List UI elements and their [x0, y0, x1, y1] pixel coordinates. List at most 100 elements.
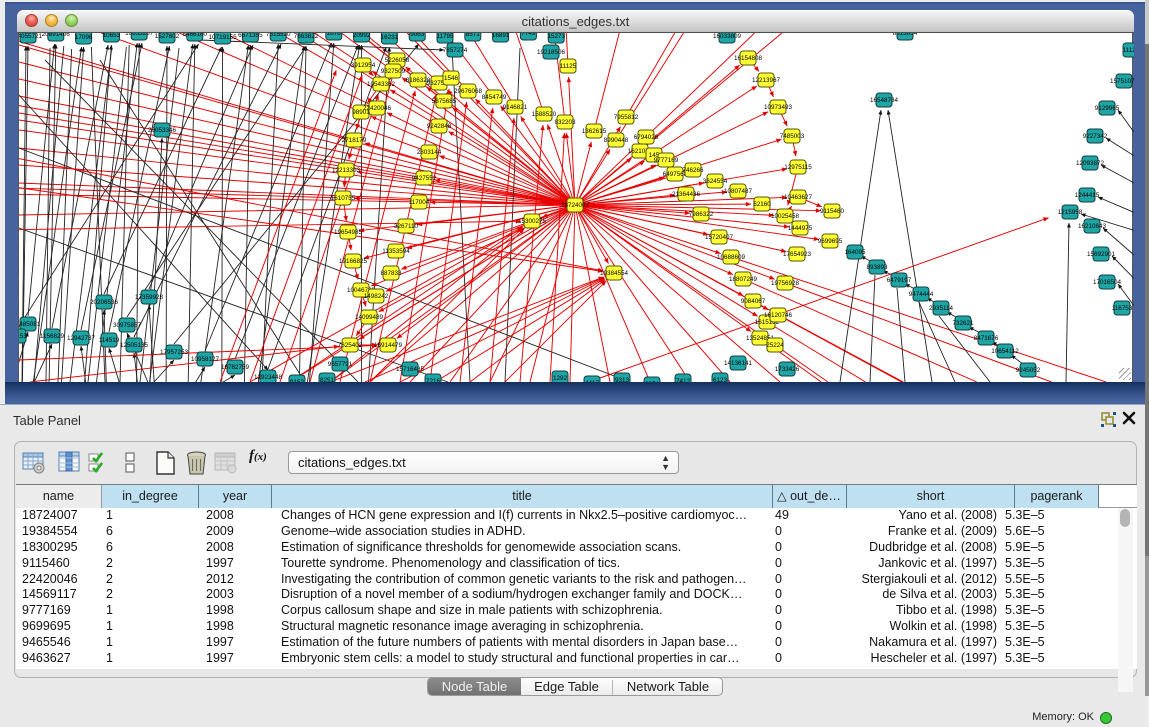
svg-text:1527602: 1527602	[155, 33, 180, 40]
svg-text:1244415: 1244415	[1075, 192, 1100, 199]
svg-text:1733426: 1733426	[775, 366, 800, 373]
svg-text:1878: 1878	[327, 33, 342, 37]
svg-text:14099489: 14099489	[355, 314, 384, 321]
svg-text:1444975: 1444975	[788, 225, 813, 232]
svg-text:5875685: 5875685	[432, 98, 457, 105]
svg-text:3624554: 3624554	[703, 178, 728, 185]
svg-text:6479197: 6479197	[887, 277, 912, 284]
svg-text:114519: 114519	[99, 337, 120, 344]
svg-text:5226058: 5226058	[385, 57, 410, 64]
svg-text:1498242: 1498242	[364, 293, 389, 300]
svg-text:7625402: 7625402	[338, 342, 363, 349]
svg-text:9327509: 9327509	[381, 68, 406, 75]
svg-text:10807487: 10807487	[724, 188, 753, 195]
svg-text:15716485: 15716485	[396, 366, 425, 373]
svg-text:8251: 8251	[320, 377, 335, 382]
svg-text:25224: 25224	[766, 342, 784, 349]
svg-text:1292: 1292	[553, 375, 568, 382]
svg-text:10654112: 10654112	[991, 348, 1019, 355]
svg-text:7515520: 7515520	[266, 33, 291, 38]
svg-text:16154808: 16154808	[734, 55, 763, 62]
svg-text:8813054: 8813054	[893, 33, 918, 37]
svg-text:12213303: 12213303	[332, 167, 361, 174]
svg-text:732621: 732621	[952, 320, 974, 327]
svg-text:11125: 11125	[560, 63, 577, 70]
svg-text:9115460: 9115460	[820, 208, 845, 215]
svg-text:1156829: 1156829	[40, 333, 65, 340]
svg-text:10653267: 10653267	[125, 33, 154, 37]
svg-text:19654985: 19654985	[334, 229, 363, 236]
svg-text:10688609: 10688609	[717, 254, 746, 261]
svg-text:9245052: 9245052	[1016, 367, 1041, 374]
svg-text:7216: 7216	[426, 378, 441, 382]
svg-text:746266: 746266	[682, 167, 704, 174]
svg-text:7412: 7412	[676, 378, 691, 382]
svg-text:19384554: 19384554	[600, 270, 629, 277]
svg-text:6123: 6123	[713, 377, 728, 382]
svg-text:17654923: 17654923	[783, 251, 812, 258]
svg-text:8571: 8571	[466, 33, 481, 38]
svg-text:18724007: 18724007	[561, 202, 590, 209]
svg-text:19756928: 19756928	[771, 280, 800, 287]
svg-text:11125: 11125	[1123, 47, 1134, 54]
svg-text:10653: 10653	[103, 33, 121, 39]
svg-text:10543362: 10543362	[367, 81, 396, 88]
svg-text:17957253: 17957253	[160, 349, 189, 356]
svg-text:9227342: 9227342	[1083, 133, 1108, 140]
svg-text:10973493: 10973493	[764, 104, 793, 111]
svg-text:832203: 832203	[554, 119, 576, 126]
svg-text:3912954: 3912954	[351, 62, 376, 69]
svg-text:16033809: 16033809	[713, 33, 742, 40]
svg-text:39153: 39153	[19, 333, 27, 340]
svg-text:20053346: 20053346	[148, 127, 177, 134]
svg-text:30975857: 30975857	[113, 322, 142, 329]
svg-text:20992: 20992	[353, 33, 371, 39]
svg-text:16914479: 16914479	[374, 342, 403, 349]
svg-text:20206536: 20206536	[90, 299, 119, 306]
svg-text:16231: 16231	[381, 34, 399, 41]
svg-text:15751074: 15751074	[1110, 78, 1134, 85]
svg-text:19218506: 19218506	[537, 49, 566, 56]
svg-text:6466160: 6466160	[183, 33, 208, 38]
svg-text:10958127: 10958127	[191, 356, 220, 363]
svg-text:4417: 4417	[585, 380, 600, 382]
svg-text:117004: 117004	[409, 199, 430, 206]
svg-text:12505135: 12505135	[120, 342, 149, 349]
svg-text:12213967: 12213967	[752, 77, 781, 84]
svg-text:10463627: 10463627	[784, 194, 813, 201]
svg-text:9657791: 9657791	[328, 361, 353, 368]
svg-text:22420046: 22420046	[363, 105, 392, 112]
svg-text:7749: 7749	[521, 33, 536, 37]
svg-text:17016504: 17016504	[1093, 279, 1122, 286]
svg-text:7663822: 7663822	[294, 33, 319, 40]
svg-text:1546: 1546	[444, 75, 459, 82]
svg-text:7986322: 7986322	[689, 211, 714, 218]
svg-text:893893: 893893	[866, 264, 888, 271]
svg-text:7955812: 7955812	[614, 114, 639, 121]
svg-text:9777169: 9777169	[654, 157, 679, 164]
svg-text:3267110: 3267110	[394, 223, 419, 230]
svg-text:164095: 164095	[844, 249, 866, 256]
svg-text:887833: 887833	[380, 270, 402, 277]
svg-text:16120746: 16120746	[764, 312, 793, 319]
svg-text:9313: 9313	[615, 377, 630, 382]
svg-text:1485081: 1485081	[19, 321, 41, 328]
svg-text:15692901: 15692901	[1087, 251, 1116, 258]
svg-text:9699695: 9699695	[818, 238, 843, 245]
svg-text:14136141: 14136141	[724, 360, 753, 367]
svg-text:2935114: 2935114	[929, 305, 954, 312]
svg-text:15720407: 15720407	[705, 234, 734, 241]
svg-text:1362615: 1362615	[582, 128, 607, 135]
svg-text:11353594: 11353594	[382, 248, 410, 255]
svg-text:6671355: 6671355	[238, 33, 263, 39]
svg-text:2051: 2051	[645, 381, 660, 382]
svg-text:8990448: 8990448	[604, 137, 629, 144]
svg-text:12093872: 12093872	[1076, 160, 1105, 167]
svg-text:2718179: 2718179	[342, 137, 367, 144]
svg-text:12975115: 12975115	[784, 164, 812, 171]
svg-text:20891406: 20891406	[42, 33, 71, 38]
svg-text:9152: 9152	[290, 379, 305, 382]
svg-text:16782759: 16782759	[221, 364, 250, 371]
svg-text:7857274: 7857274	[443, 47, 468, 54]
svg-text:9063: 9063	[410, 33, 425, 38]
